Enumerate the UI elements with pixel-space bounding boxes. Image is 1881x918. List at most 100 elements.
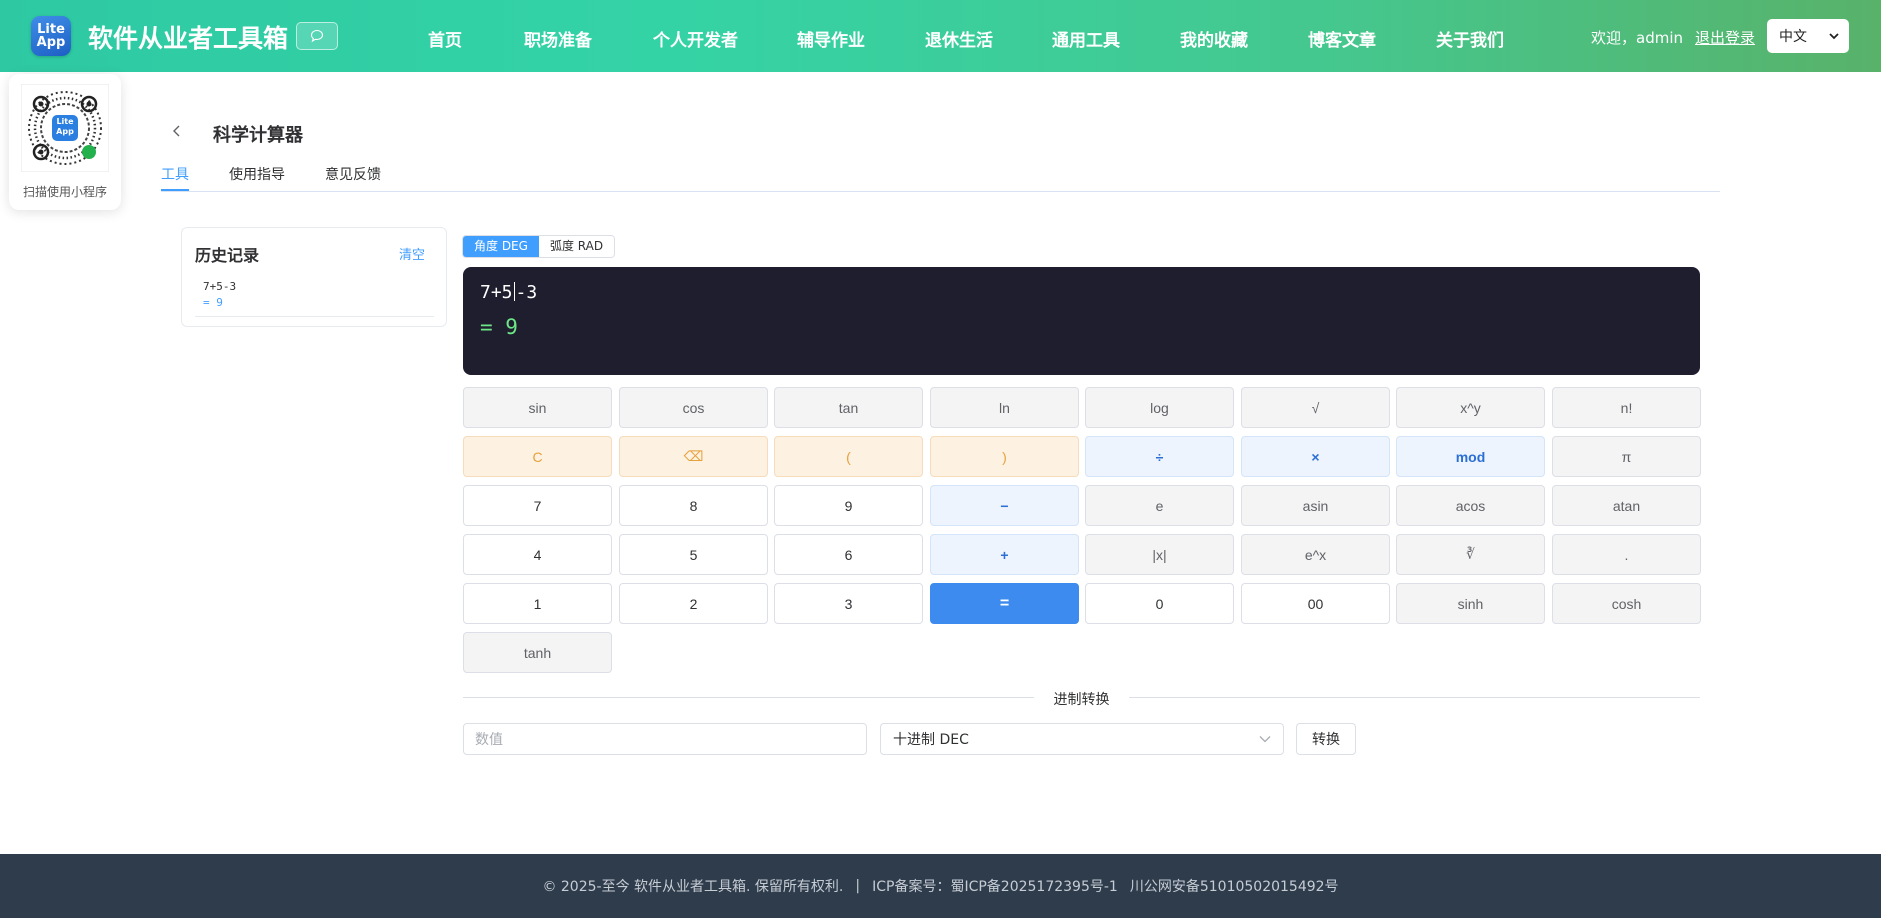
footer-separator: | <box>855 878 861 894</box>
key-tan[interactable]: tan <box>774 387 923 428</box>
back-arrow-icon[interactable] <box>170 122 184 140</box>
nav-general-tools[interactable]: 通用工具 <box>1052 26 1120 51</box>
language-select[interactable]: 中文 <box>1767 19 1849 53</box>
welcome-text: 欢迎，admin <box>1591 29 1683 47</box>
divider-line-right <box>1129 697 1700 698</box>
key-sinh[interactable]: sinh <box>1396 583 1545 624</box>
key-pi[interactable]: π <box>1552 436 1701 477</box>
nav-blog[interactable]: 博客文章 <box>1308 26 1376 51</box>
text-cursor <box>513 282 515 301</box>
history-title: 历史记录 <box>195 246 260 265</box>
qr-code-image: Lite App <box>20 83 110 173</box>
base-select[interactable]: 十进制 DEC <box>880 723 1284 755</box>
key-4[interactable]: 4 <box>463 534 612 575</box>
key-3[interactable]: 3 <box>774 583 923 624</box>
miniprogram-qr-card: Lite App 扫描使用小程序 <box>9 74 121 210</box>
language-value: 中文 <box>1779 29 1807 45</box>
key-plus[interactable]: + <box>930 534 1079 575</box>
logout-link[interactable]: 退出登录 <box>1695 27 1755 48</box>
nav-indie-dev[interactable]: 个人开发者 <box>653 26 738 51</box>
angle-mode-toggle: 角度 DEG 弧度 RAD <box>462 235 616 258</box>
key-cosh[interactable]: cosh <box>1552 583 1701 624</box>
key-minus[interactable]: − <box>930 485 1079 526</box>
key-mod[interactable]: mod <box>1396 436 1545 477</box>
key-open-paren[interactable]: ( <box>774 436 923 477</box>
nav-about[interactable]: 关于我们 <box>1436 26 1504 51</box>
chat-bubble-icon <box>310 29 324 43</box>
site-footer: © 2025-至今 软件从业者工具箱. 保留所有权利. | ICP备案号：蜀IC… <box>0 854 1881 918</box>
history-panel: 历史记录 清空 7+5-3 = 9 <box>181 227 447 327</box>
key-double-zero[interactable]: 00 <box>1241 583 1390 624</box>
clear-history-button[interactable]: 清空 <box>399 244 425 263</box>
history-item-result[interactable]: = 9 <box>203 296 223 309</box>
qr-label: 扫描使用小程序 <box>22 185 107 199</box>
expression-input[interactable]: 7+5 -3 <box>480 282 537 303</box>
tab-guide[interactable]: 使用指导 <box>229 164 285 184</box>
key-divide[interactable]: ÷ <box>1085 436 1234 477</box>
divider-line-left <box>463 697 1034 698</box>
chat-button[interactable] <box>296 22 338 50</box>
history-divider <box>195 316 434 317</box>
key-multiply[interactable]: × <box>1241 436 1390 477</box>
key-cbrt[interactable]: ∛ <box>1396 534 1545 575</box>
key-sin[interactable]: sin <box>463 387 612 428</box>
top-header: Lite App 软件从业者工具箱 首页 职场准备 个人开发者 辅导作业 退休生… <box>0 0 1881 72</box>
key-factorial[interactable]: n! <box>1552 387 1701 428</box>
tab-bar: 工具 使用指导 意见反馈 <box>161 160 1720 192</box>
key-5[interactable]: 5 <box>619 534 768 575</box>
key-sqrt[interactable]: √ <box>1241 387 1390 428</box>
expression-after-cursor: -3 <box>515 282 538 303</box>
nav-retirement[interactable]: 退休生活 <box>925 26 993 51</box>
footer-icp-link[interactable]: ICP备案号：蜀ICP备2025172395号-1 <box>872 876 1118 896</box>
key-euler[interactable]: e <box>1085 485 1234 526</box>
key-0[interactable]: 0 <box>1085 583 1234 624</box>
key-ln[interactable]: ln <box>930 387 1079 428</box>
key-1[interactable]: 1 <box>463 583 612 624</box>
key-power[interactable]: x^y <box>1396 387 1545 428</box>
base-value-input[interactable] <box>463 723 867 755</box>
key-log[interactable]: log <box>1085 387 1234 428</box>
key-exp[interactable]: e^x <box>1241 534 1390 575</box>
key-tanh[interactable]: tanh <box>463 632 612 673</box>
key-equals[interactable]: = <box>930 583 1079 624</box>
footer-police-record[interactable]: 川公网安备51010502015492号 <box>1130 876 1339 896</box>
nav-career-prep[interactable]: 职场准备 <box>524 26 592 51</box>
convert-button[interactable]: 转换 <box>1296 723 1356 755</box>
nav-homework[interactable]: 辅导作业 <box>797 26 865 51</box>
app-logo[interactable]: Lite App <box>31 16 71 56</box>
qr-logo: Lite App <box>52 117 78 137</box>
deg-mode-button[interactable]: 角度 DEG <box>463 236 539 257</box>
chevron-down-icon <box>1829 32 1839 39</box>
key-clear[interactable]: C <box>463 436 612 477</box>
key-9[interactable]: 9 <box>774 485 923 526</box>
tab-tool[interactable]: 工具 <box>161 164 189 184</box>
page-title: 科学计算器 <box>213 125 303 146</box>
base-select-value: 十进制 DEC <box>893 732 969 748</box>
expression-before-cursor: 7+5 <box>480 282 513 303</box>
nav-favorites[interactable]: 我的收藏 <box>1180 26 1248 51</box>
key-2[interactable]: 2 <box>619 583 768 624</box>
base-conversion-title: 进制转换 <box>1040 689 1123 709</box>
site-title[interactable]: 软件从业者工具箱 <box>88 19 288 55</box>
key-asin[interactable]: asin <box>1241 485 1390 526</box>
history-item-expression[interactable]: 7+5-3 <box>203 280 236 293</box>
qr-logo-text-top: Lite <box>56 117 74 126</box>
rad-mode-button[interactable]: 弧度 RAD <box>538 236 615 257</box>
key-close-paren[interactable]: ) <box>930 436 1079 477</box>
result-display: = 9 <box>480 315 518 339</box>
key-abs[interactable]: |x| <box>1085 534 1234 575</box>
key-6[interactable]: 6 <box>774 534 923 575</box>
footer-copyright: © 2025-至今 软件从业者工具箱. 保留所有权利. <box>542 879 844 895</box>
keypad: sin cos tan ln log √ x^y n! C ⌫() ÷ × mod π 7 8 9− e asin a… <box>463 387 1701 673</box>
active-tab-indicator <box>161 189 189 191</box>
key-acos[interactable]: acos <box>1396 485 1545 526</box>
key-backspace[interactable]: ⌫ <box>619 436 768 477</box>
tab-feedback[interactable]: 意见反馈 <box>325 164 381 184</box>
calculator-display[interactable]: 7+5 -3 = 9 <box>463 267 1700 375</box>
key-cos[interactable]: cos <box>619 387 768 428</box>
key-7[interactable]: 7 <box>463 485 612 526</box>
nav-home[interactable]: 首页 <box>428 26 462 51</box>
key-atan[interactable]: atan <box>1552 485 1701 526</box>
key-decimal[interactable]: . <box>1552 534 1701 575</box>
key-8[interactable]: 8 <box>619 485 768 526</box>
